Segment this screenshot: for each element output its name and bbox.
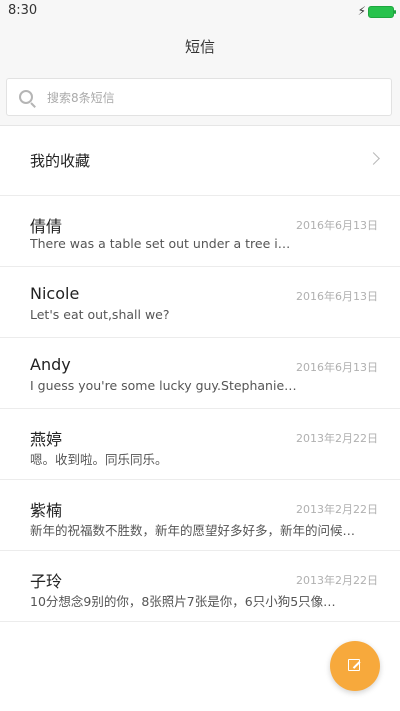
compose-icon (348, 659, 360, 671)
message-preview: 嗯。收到啦。同乐同乐。 (30, 452, 168, 467)
favorites-row[interactable]: 我的收藏 (0, 125, 400, 196)
contact-name: Nicole (30, 284, 80, 303)
message-list: 我的收藏 倩倩 2016年6月13日 There was a table set… (0, 125, 400, 622)
message-preview: 10分想念9别的你，8张照片7张是你，6只小狗5只像… (30, 594, 336, 609)
contact-name: Andy (30, 355, 71, 374)
conversation-item[interactable]: 燕婷 2013年2月22日 嗯。收到啦。同乐同乐。 (0, 409, 400, 480)
message-date: 2016年6月13日 (296, 290, 378, 303)
message-date: 2016年6月13日 (296, 219, 378, 232)
page-title: 短信 (184, 38, 215, 56)
charging-icon: ⚡ (357, 4, 366, 18)
status-time: 8:30 (8, 3, 38, 18)
message-preview: Let's eat out,shall we? (30, 307, 170, 322)
conversation-item[interactable]: Andy 2016年6月13日 I guess you're some luck… (0, 338, 400, 409)
message-date: 2013年2月22日 (296, 574, 378, 587)
chevron-right-icon (367, 152, 380, 165)
message-date: 2016年6月13日 (296, 361, 378, 374)
message-preview: There was a table set out under a tree i… (30, 236, 291, 251)
message-date: 2013年2月22日 (296, 432, 378, 445)
compose-button[interactable] (330, 641, 380, 691)
search-bar-area: 搜索8条短信 (0, 72, 400, 126)
conversation-item[interactable]: 紫楠 2013年2月22日 新年的祝福数不胜数，新年的愿望好多好多，新年的问候… (0, 480, 400, 551)
contact-name: 紫楠 (30, 501, 63, 520)
status-bar: 8:30 ⚡ (0, 0, 400, 22)
conversation-item[interactable]: 子玲 2013年2月22日 10分想念9别的你，8张照片7张是你，6只小狗5只像… (0, 551, 400, 622)
message-preview: I guess you're some lucky guy.Stephanie… (30, 378, 297, 393)
conversation-item[interactable]: 倩倩 2016年6月13日 There was a table set out … (0, 196, 400, 267)
message-preview: 新年的祝福数不胜数，新年的愿望好多好多，新年的问候… (30, 523, 356, 538)
contact-name: 倩倩 (30, 217, 63, 236)
contact-name: 子玲 (30, 572, 63, 591)
search-icon (19, 90, 33, 104)
battery-icon (368, 6, 396, 18)
message-date: 2013年2月22日 (296, 503, 378, 516)
search-input[interactable]: 搜索8条短信 (6, 78, 392, 116)
search-placeholder: 搜索8条短信 (47, 91, 115, 105)
header: 短信 (0, 22, 400, 72)
favorites-label: 我的收藏 (30, 152, 91, 170)
conversation-item[interactable]: Nicole 2016年6月13日 Let's eat out,shall we… (0, 267, 400, 338)
contact-name: 燕婷 (30, 430, 63, 449)
